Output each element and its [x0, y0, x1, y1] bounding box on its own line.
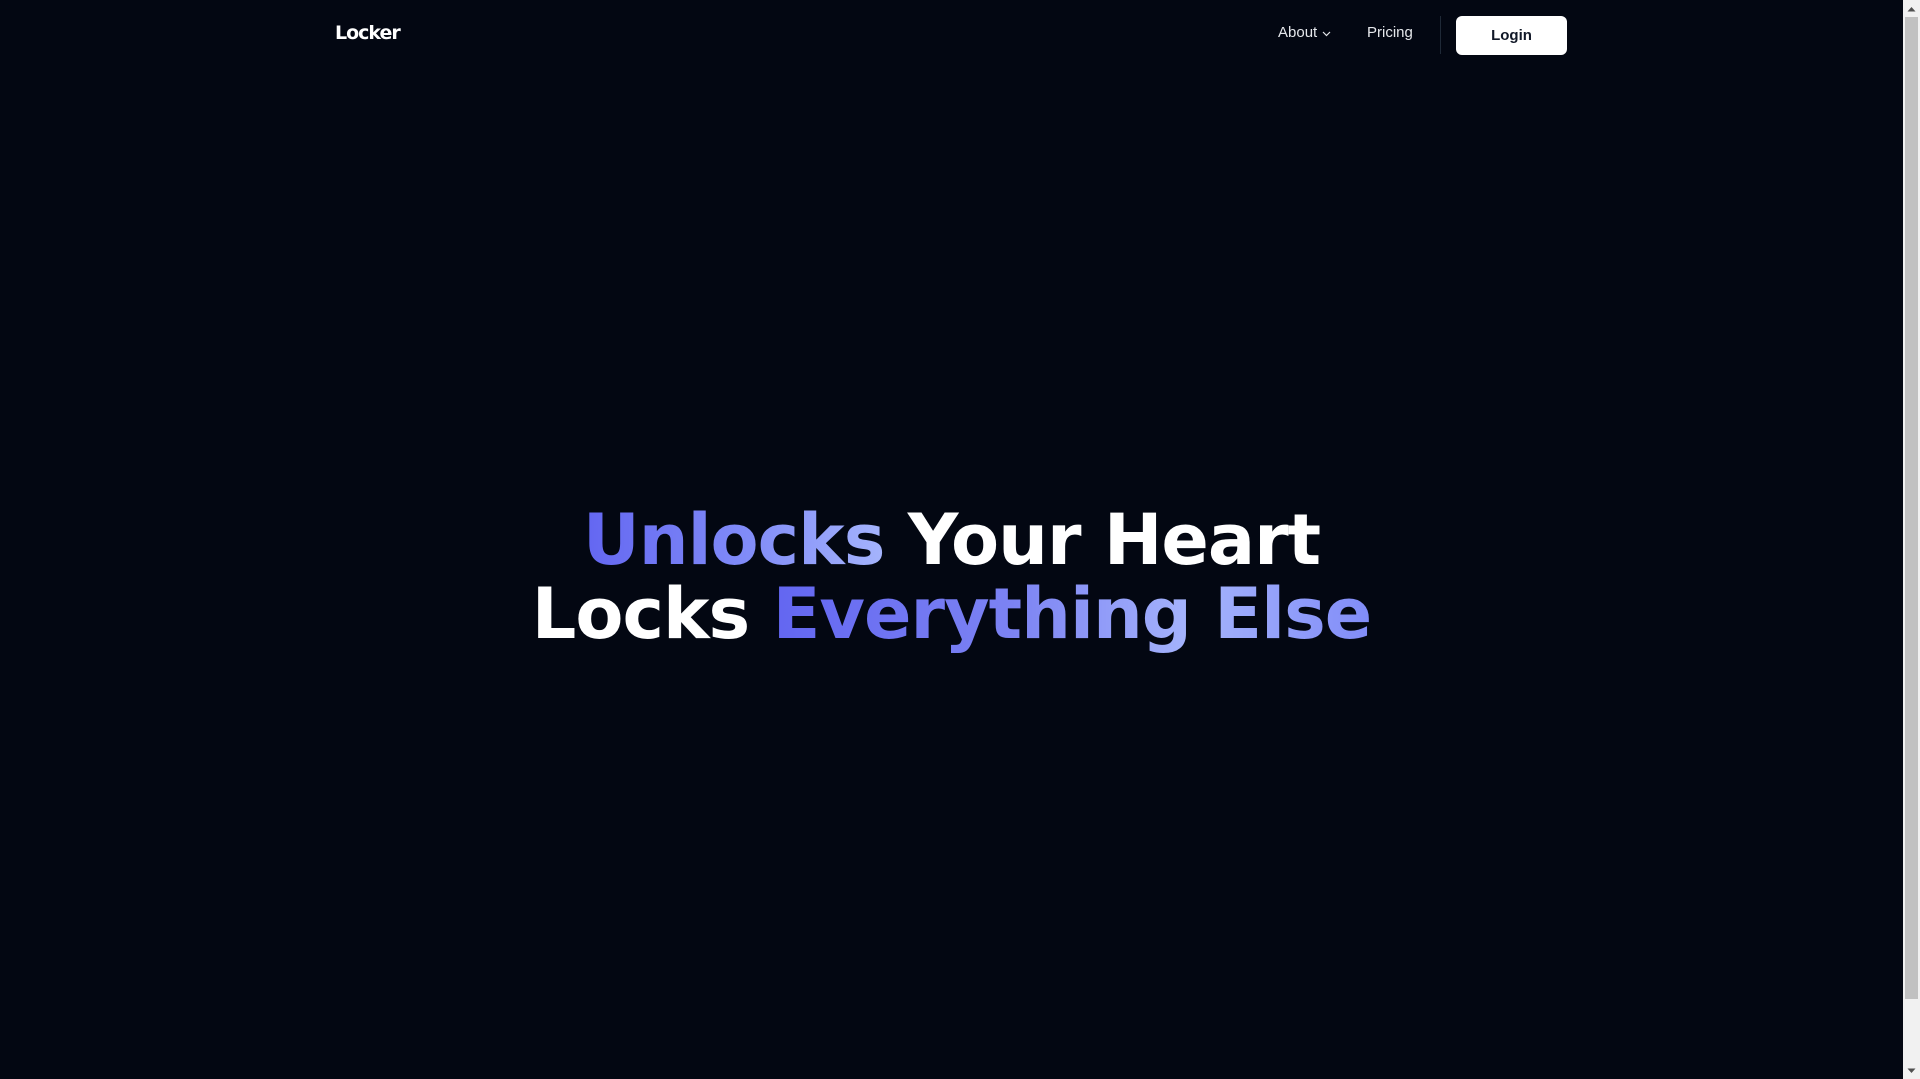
nav-divider [1440, 16, 1441, 54]
hero-text-locks: Locks [531, 573, 750, 655]
hero-accent-everything-else: Everything Else [772, 573, 1373, 655]
login-button[interactable]: Login [1456, 16, 1567, 55]
vertical-scrollbar[interactable] [1903, 0, 1920, 1079]
hero-line-2: Locks Everything Else [0, 577, 1903, 651]
page-viewport: Locker About Pricing Login Unlocks Your … [0, 0, 1903, 1079]
hero-text-your-heart: Your Heart [907, 499, 1321, 581]
hero-headline: Unlocks Your Heart Locks Everything Else [0, 503, 1903, 651]
logo[interactable]: Locker [335, 22, 401, 44]
nav-about-dropdown[interactable]: About [1278, 24, 1331, 41]
hero-line-1: Unlocks Your Heart [0, 503, 1903, 577]
hero-accent-unlocks: Unlocks [582, 499, 885, 581]
nav-about-label: About [1278, 24, 1318, 41]
scroll-down-arrow-icon[interactable] [1903, 1062, 1920, 1079]
nav-pricing-link[interactable]: Pricing [1367, 24, 1413, 41]
navbar: Locker About Pricing Login [0, 0, 1903, 70]
chevron-down-icon [1322, 24, 1331, 41]
scroll-up-arrow-icon[interactable] [1903, 0, 1920, 17]
scrollbar-thumb[interactable] [1905, 17, 1918, 999]
